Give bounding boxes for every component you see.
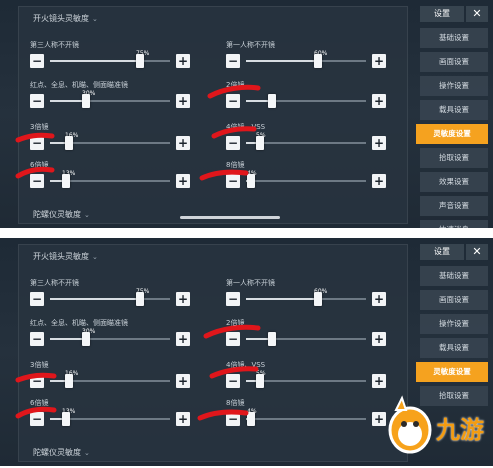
mascot-logo-icon: [388, 395, 432, 454]
site-watermark: 九游: [386, 392, 493, 462]
redaction-stroke: [209, 366, 259, 379]
redaction-stroke: [15, 406, 57, 419]
redaction-stroke: [15, 166, 55, 179]
redaction-stroke: [207, 84, 261, 99]
settings-screenshot-top: 开火镜头灵敏度 ⌄ 陀螺仪灵敏度 ⌄ 第三人称不开镜75%−+第一人称不开镜60…: [0, 0, 493, 228]
redaction-stroke: [197, 409, 249, 421]
redaction-strokes: [15, 84, 261, 181]
watermark-text: 九游: [436, 416, 484, 444]
redaction-stroke: [203, 324, 261, 339]
redaction-stroke: [15, 132, 55, 143]
redaction-stroke: [199, 169, 249, 181]
redaction-stroke: [211, 126, 257, 139]
redaction-stroke: [15, 372, 57, 383]
